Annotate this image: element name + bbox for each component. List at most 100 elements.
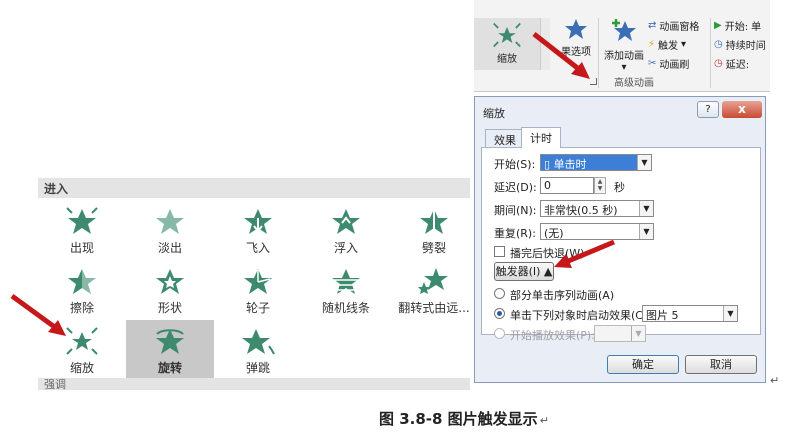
paragraph-mark: ↵ — [770, 374, 780, 387]
bounce-star-icon — [242, 329, 275, 355]
triggers-button[interactable]: 触发器(I) ▲ — [494, 262, 554, 281]
chevron-down-icon: ▼ — [631, 326, 645, 341]
cancel-button[interactable]: 取消 — [685, 355, 757, 374]
figure-caption: 图 3.8-8 图片触发显示 ↵ — [379, 408, 549, 429]
effect-label: 形状 — [157, 301, 182, 315]
add-animation-icon — [612, 19, 636, 41]
delay-label: 延迟: — [725, 60, 750, 71]
play-effect-radio[interactable] — [494, 328, 505, 339]
star-icon — [565, 19, 587, 39]
effect-options-button[interactable]: 果选项 — [556, 18, 596, 58]
effect-split[interactable]: 劈裂 — [390, 200, 478, 258]
delay-clock-icon: ◷ — [714, 58, 723, 69]
gallery-scroll[interactable] — [540, 18, 550, 70]
trigger-button[interactable]: ⚡ 触发 ▾ — [648, 37, 686, 52]
chevron-down-icon: ▼ — [723, 306, 737, 321]
swivel-star-icon — [156, 329, 184, 354]
wipe-star-icon — [68, 269, 96, 294]
grow-turn-star-icon — [418, 268, 448, 294]
animation-ribbon: 缩放 果选项 添加动画 ▾ ⇄ 动画窗格 ⚡ 触发 ▾ ✂ 动画刷 高级动画 ▶… — [474, 0, 770, 92]
start-value: 单 — [751, 22, 762, 33]
play-icon: ▶ — [714, 20, 722, 31]
effect-label: 淡出 — [157, 241, 182, 255]
add-animation-label: 添加动画 — [604, 51, 644, 62]
shape-star-icon — [156, 269, 184, 294]
delay-control[interactable]: ◷ 延迟: — [714, 56, 749, 71]
effect-bounce[interactable]: 弹跳 — [214, 320, 302, 378]
start-select[interactable]: ▯ 单击时 ▼ — [540, 154, 652, 171]
repeat-select-value: (无) — [544, 227, 564, 240]
tab-effect[interactable]: 效果 — [485, 129, 525, 147]
effect-label: 轮子 — [245, 301, 270, 315]
repeat-label: 重复(R): — [494, 227, 536, 240]
wheel-star-icon — [244, 269, 272, 294]
dialog-launcher-button[interactable] — [590, 78, 597, 85]
emphasis-section-header: 强调 — [38, 378, 470, 390]
start-select-value: 单击时 — [553, 158, 587, 171]
effect-grow-turn[interactable]: 翻转式由远... — [390, 260, 478, 318]
effect-shape[interactable]: 形状 — [126, 260, 214, 318]
duration-label: 持续时间 — [725, 41, 766, 52]
fade-star-icon — [156, 209, 184, 234]
effect-options-label: 果选项 — [561, 47, 591, 58]
ribbon-separator — [598, 18, 599, 88]
effect-fly-in[interactable]: 飞入 — [214, 200, 302, 258]
duration-select[interactable]: 非常快(0.5 秒) ▼ — [540, 200, 654, 217]
delay-value: 0 — [544, 179, 551, 192]
ok-button[interactable]: 确定 — [607, 355, 679, 374]
repeat-select[interactable]: (无) ▼ — [540, 223, 654, 240]
zoom-star-icon — [66, 327, 98, 355]
start-on-click-label: 单击下列对象时启动效果(C): — [510, 309, 651, 322]
add-animation-button[interactable]: 添加动画 ▾ — [602, 18, 646, 73]
tab-timing[interactable]: 计时 — [521, 127, 561, 148]
help-button[interactable]: ? — [697, 101, 719, 118]
duration-control[interactable]: ◷ 持续时间 — [714, 37, 766, 52]
rewind-label: 播完后快退(W) — [510, 247, 585, 260]
object-select-value: 图片 5 — [646, 309, 679, 322]
advanced-animation-group-label: 高级动画 — [614, 78, 654, 89]
animate-sequence-radio[interactable] — [494, 288, 505, 299]
effect-zoom[interactable]: 缩放 — [38, 320, 126, 378]
rewind-checkbox[interactable] — [494, 246, 505, 257]
effect-swivel[interactable]: 旋转 — [126, 320, 214, 378]
effect-wheel[interactable]: 轮子 — [214, 260, 302, 318]
object-select[interactable]: 图片 5 ▼ — [642, 305, 738, 322]
effect-label: 随机线条 — [321, 301, 370, 315]
dialog-title: 缩放 — [483, 107, 505, 120]
start-label: 开始: — [724, 22, 749, 33]
ribbon-zoom-effect[interactable]: 缩放 — [474, 18, 540, 70]
start-control[interactable]: ▶ 开始: 单 — [714, 18, 761, 33]
animation-pane-button[interactable]: ⇄ 动画窗格 — [648, 18, 699, 33]
zoom-effect-dialog: 缩放 ? x 效果 计时 开始(S): ▯ 单击时 ▼ 延迟(D): 0 ▲ ▼ … — [474, 96, 766, 383]
animation-pane-label: 动画窗格 — [659, 22, 700, 33]
effect-appear[interactable]: 出现 — [38, 200, 126, 258]
effect-random-bars[interactable]: 随机线条 — [302, 260, 390, 318]
effect-wipe[interactable]: 擦除 — [38, 260, 126, 318]
effect-label: 浮入 — [333, 241, 358, 255]
close-button[interactable]: x — [722, 101, 762, 118]
split-star-icon — [420, 209, 448, 234]
chevron-down-icon: ▾ — [681, 39, 687, 50]
timing-panel: 开始(S): ▯ 单击时 ▼ 延迟(D): 0 ▲ ▼ 秒 期间(N): 非常快(… — [481, 147, 761, 342]
trigger-label: 触发 — [658, 41, 679, 52]
delay-input[interactable]: 0 — [540, 177, 594, 194]
chevron-down-icon: ▼ — [639, 201, 653, 216]
animate-sequence-label: 部分单击序列动画(A) — [510, 289, 615, 302]
effect-label: 旋转 — [157, 361, 182, 375]
start-on-click-radio[interactable] — [494, 308, 505, 319]
effect-label: 擦除 — [69, 301, 94, 315]
lightning-icon: ⚡ — [648, 39, 656, 50]
float-in-star-icon — [332, 209, 360, 234]
caption-text: 图 3.8-8 图片触发显示 — [379, 410, 538, 428]
painter-icon: ✂ — [648, 58, 657, 69]
mouse-icon: ▯ — [544, 158, 554, 171]
effect-float-in[interactable]: 浮入 — [302, 200, 390, 258]
burst-star-icon — [66, 207, 98, 234]
effect-label: 缩放 — [69, 361, 94, 375]
delay-spinner[interactable]: ▲ ▼ — [594, 177, 606, 194]
delay-label: 延迟(D): — [494, 181, 537, 194]
play-effect-select[interactable]: ▼ — [594, 325, 646, 342]
animation-painter-button[interactable]: ✂ 动画刷 — [648, 56, 689, 71]
effect-fade[interactable]: 淡出 — [126, 200, 214, 258]
play-effect-label: 开始播放效果(P): — [510, 329, 595, 342]
